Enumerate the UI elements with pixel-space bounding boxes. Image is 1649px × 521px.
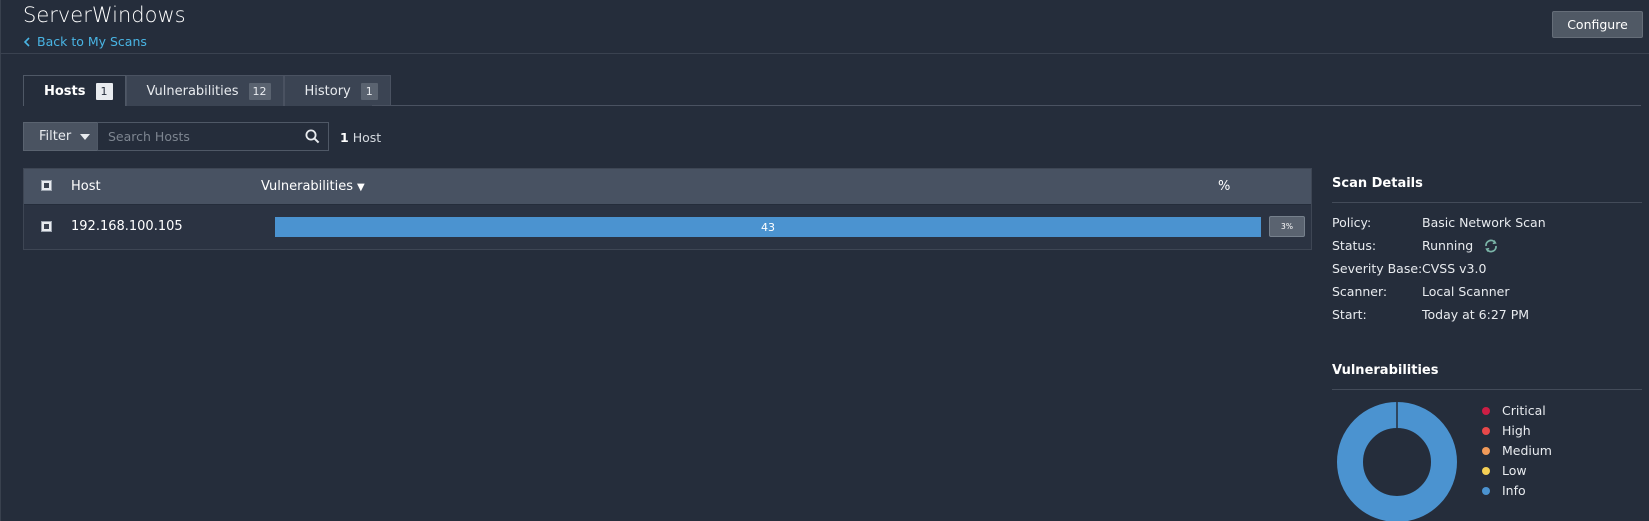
scan-details-divider	[1332, 202, 1642, 203]
tab-vulnerabilities[interactable]: Vulnerabilities 12	[125, 75, 284, 106]
column-header-percent[interactable]: %	[1218, 179, 1230, 194]
severity-base-label: Severity Base:	[1332, 261, 1423, 276]
back-to-my-scans-link[interactable]: Back to My Scans	[23, 34, 147, 49]
percent-badge: 3%	[1269, 216, 1305, 237]
column-header-label: Vulnerabilities	[261, 179, 353, 194]
host-count-text: Host	[352, 130, 382, 145]
spinner-icon	[1485, 239, 1497, 253]
tab-count-badge: 1	[360, 82, 378, 100]
table-header-row: Host Vulnerabilities ▼ %	[24, 169, 1311, 204]
legend-label: Critical	[1502, 403, 1546, 418]
caret-down-icon	[80, 133, 91, 140]
tab-bar: Hosts 1 Vulnerabilities 12 History 1	[23, 75, 391, 106]
legend-label: High	[1502, 423, 1531, 438]
back-link-label: Back to My Scans	[37, 34, 147, 49]
scan-details-title: Scan Details	[1332, 176, 1423, 191]
tab-bar-divider	[372, 105, 1641, 106]
status-value: Running	[1422, 238, 1474, 253]
legend-dot	[1482, 446, 1490, 455]
row-checkbox[interactable]	[41, 221, 52, 232]
legend-label: Medium	[1502, 443, 1552, 458]
vulnerabilities-title: Vulnerabilities	[1332, 363, 1439, 378]
scanner-label: Scanner:	[1332, 284, 1388, 299]
tab-count-badge: 1	[95, 82, 113, 100]
tab-label: Hosts	[44, 83, 86, 99]
legend-dot	[1482, 486, 1490, 495]
legend-item-critical[interactable]: Critical	[1482, 403, 1546, 418]
sort-desc-icon: ▼	[356, 182, 365, 193]
host-count-number: 1	[340, 130, 349, 145]
tab-history[interactable]: History 1	[283, 75, 391, 106]
host-ip[interactable]: 192.168.100.105	[71, 219, 183, 234]
filter-label: Filter	[39, 129, 72, 144]
start-label: Start:	[1332, 307, 1367, 322]
legend-label: Low	[1502, 463, 1527, 478]
tab-label: History	[304, 83, 351, 99]
vulnerability-donut-chart[interactable]	[1336, 401, 1458, 521]
chevron-left-icon	[23, 36, 30, 47]
legend-dot	[1482, 406, 1490, 415]
severity-base-value: CVSS v3.0	[1422, 261, 1487, 276]
legend-label: Info	[1502, 483, 1526, 498]
page-title: ServerWindows	[23, 3, 186, 27]
column-header-host[interactable]: Host	[71, 179, 101, 194]
header-divider	[0, 53, 1649, 54]
legend-dot	[1482, 466, 1490, 475]
column-header-vulnerabilities[interactable]: Vulnerabilities ▼	[261, 179, 365, 194]
tab-count-badge: 12	[248, 82, 271, 100]
start-value: Today at 6:27 PM	[1422, 307, 1530, 322]
hosts-table: Host Vulnerabilities ▼ % 192.168.100.105 …	[23, 168, 1312, 250]
window-edge	[0, 0, 1, 521]
tab-hosts[interactable]: Hosts 1	[23, 75, 126, 106]
legend-item-medium[interactable]: Medium	[1482, 443, 1552, 458]
search-box	[97, 122, 329, 151]
vulnerabilities-divider	[1332, 389, 1642, 390]
legend-dot	[1482, 426, 1490, 435]
vulnerability-bar[interactable]: 43	[275, 217, 1261, 237]
table-row[interactable]: 192.168.100.105 43 3%	[24, 205, 1311, 249]
host-count: 1 Host	[340, 130, 381, 145]
status-label: Status:	[1332, 238, 1377, 253]
select-all-checkbox[interactable]	[41, 180, 52, 191]
legend-item-info[interactable]: Info	[1482, 483, 1526, 498]
tab-label: Vulnerabilities	[146, 83, 239, 99]
legend-item-low[interactable]: Low	[1482, 463, 1527, 478]
donut-slice-info	[1337, 402, 1457, 521]
configure-button[interactable]: Configure	[1552, 11, 1643, 38]
legend-item-high[interactable]: High	[1482, 423, 1531, 438]
search-hosts-input[interactable]	[98, 123, 298, 150]
filter-dropdown-button[interactable]: Filter	[23, 122, 97, 151]
search-icon[interactable]	[305, 129, 320, 144]
scanner-value: Local Scanner	[1422, 284, 1510, 299]
policy-value: Basic Network Scan	[1422, 215, 1546, 230]
policy-label: Policy:	[1332, 215, 1372, 230]
